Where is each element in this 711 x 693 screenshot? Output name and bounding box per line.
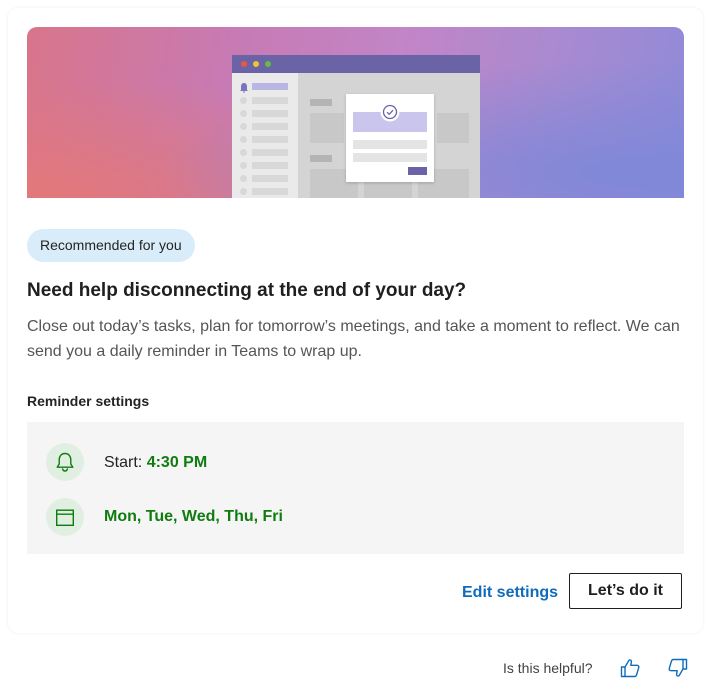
hero-illustration: [27, 27, 684, 198]
illustration-dialog: [346, 94, 434, 182]
illustration-app-window: [232, 55, 480, 198]
reminder-days-value: Mon, Tue, Wed, Thu, Fri: [104, 508, 283, 525]
start-label: Start:: [104, 454, 143, 471]
calendar-icon: [46, 498, 84, 536]
window-minimize-dot: [253, 61, 259, 67]
illustration-titlebar: [232, 55, 480, 73]
reminder-settings-label: Reminder settings: [27, 393, 150, 409]
window-close-dot: [241, 61, 247, 67]
illustration-tile: [310, 113, 344, 143]
illustration-dialog-button: [408, 167, 427, 175]
lets-do-it-button[interactable]: Let’s do it: [569, 573, 682, 609]
card-description: Close out today’s tasks, plan for tomorr…: [27, 318, 680, 360]
card-title: Need help disconnecting at the end of yo…: [27, 280, 467, 301]
illustration-dialog-line: [353, 140, 427, 149]
illustration-tile: [437, 113, 469, 143]
illustration-label: [310, 155, 332, 162]
bell-icon: [46, 443, 84, 481]
start-time-value: 4:30 PM: [146, 454, 208, 471]
thumbs-up-icon[interactable]: [618, 656, 644, 682]
recommended-badge: Recommended for you: [27, 229, 195, 262]
edit-settings-link[interactable]: Edit settings: [462, 584, 558, 602]
illustration-dialog-line: [353, 153, 427, 162]
start-time-row: Start: 4:30 PM: [104, 454, 207, 472]
reminder-settings-panel: Start: 4:30 PM Mon, Tue, Wed, Thu, Fri: [27, 422, 684, 554]
thumbs-down-icon[interactable]: [666, 656, 692, 682]
illustration-bell-icon: [240, 83, 248, 93]
illustration-sidebar-active: [252, 83, 288, 90]
illustration-check-icon: [380, 102, 400, 122]
helpful-prompt: Is this helpful?: [503, 660, 593, 676]
window-maximize-dot: [265, 61, 271, 67]
illustration-sidebar: [232, 73, 298, 198]
illustration-label: [310, 99, 332, 106]
